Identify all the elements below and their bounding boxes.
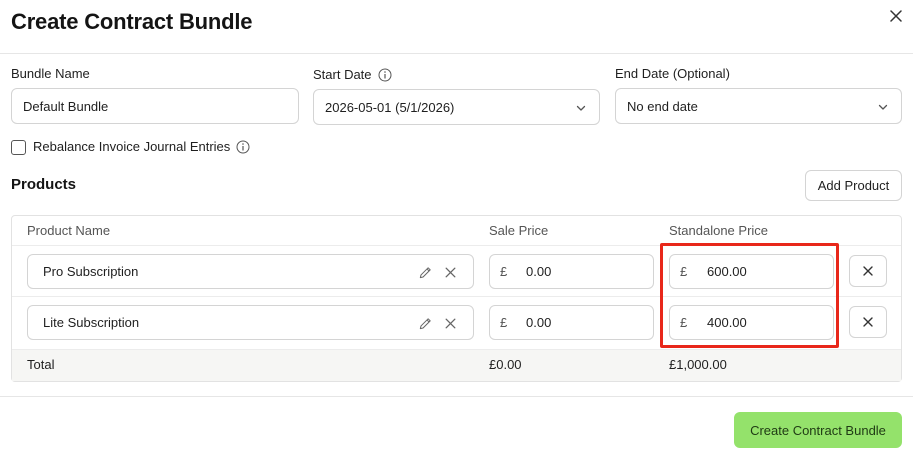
column-header-product-name: Product Name [27,223,111,238]
total-row [12,349,901,381]
start-date-value: 2026-05-01 (5/1/2026) [325,99,455,115]
chevron-down-icon [576,105,586,111]
column-header-sale-price: Sale Price [489,223,549,238]
standalone-price-input[interactable]: £ 400.00 [669,305,834,340]
end-date-select[interactable]: No end date [615,88,902,124]
bundle-name-value: Default Bundle [23,98,109,114]
chevron-down-icon [878,104,888,110]
close-icon[interactable] [886,6,906,26]
product-name-value: Pro Subscription [43,264,139,279]
column-header-standalone-price: Standalone Price [669,223,769,238]
info-icon [378,68,392,81]
clear-x-icon[interactable] [444,317,457,330]
rebalance-label: Rebalance Invoice Journal Entries [33,139,250,154]
standalone-price-value: 400.00 [707,315,747,330]
currency-symbol: £ [680,264,688,279]
create-contract-bundle-button[interactable]: Create Contract Bundle [734,412,902,448]
currency-symbol: £ [500,315,508,330]
sale-price-input[interactable]: £ 0.00 [489,254,654,289]
bundle-name-label-text: Bundle Name [11,66,90,81]
add-product-button[interactable]: Add Product [805,170,902,201]
remove-product-button[interactable] [849,255,887,287]
currency-symbol: £ [500,264,508,279]
clear-x-icon[interactable] [444,266,457,279]
total-sale-price: £0.00 [489,357,522,372]
bundle-name-input[interactable]: Default Bundle [11,88,299,124]
start-date-label-text: Start Date [313,67,372,82]
info-icon [236,140,250,153]
sale-price-value: 0.00 [526,264,552,279]
standalone-price-input[interactable]: £ 600.00 [669,254,834,289]
rebalance-label-text: Rebalance Invoice Journal Entries [33,139,231,154]
currency-symbol: £ [680,315,688,330]
pencil-icon[interactable] [418,316,433,331]
remove-x-icon [863,266,873,276]
header-divider [0,53,913,54]
row-divider [12,349,901,350]
end-date-label: End Date (Optional) [615,66,730,81]
row-divider [12,296,901,297]
row-divider [12,245,901,246]
standalone-price-value: 600.00 [707,264,747,279]
end-date-value: No end date [627,98,698,114]
product-name-field[interactable]: Lite Subscription [27,305,474,340]
remove-x-icon [863,317,873,327]
start-date-select[interactable]: 2026-05-01 (5/1/2026) [313,89,600,125]
total-label: Total [27,357,55,372]
sale-price-value: 0.00 [526,315,552,330]
bundle-name-label: Bundle Name [11,66,90,81]
end-date-label-text: End Date (Optional) [615,66,730,81]
rebalance-checkbox[interactable] [11,140,26,155]
products-title: Products [11,176,77,193]
product-name-field[interactable]: Pro Subscription [27,254,474,289]
total-standalone-price: £1,000.00 [669,357,727,372]
product-name-value: Lite Subscription [43,315,140,330]
footer-divider [0,396,913,397]
remove-product-button[interactable] [849,306,887,338]
pencil-icon[interactable] [418,265,433,280]
dialog-title: Create Contract Bundle [11,9,253,34]
sale-price-input[interactable]: £ 0.00 [489,305,654,340]
start-date-label: Start Date [313,67,392,82]
